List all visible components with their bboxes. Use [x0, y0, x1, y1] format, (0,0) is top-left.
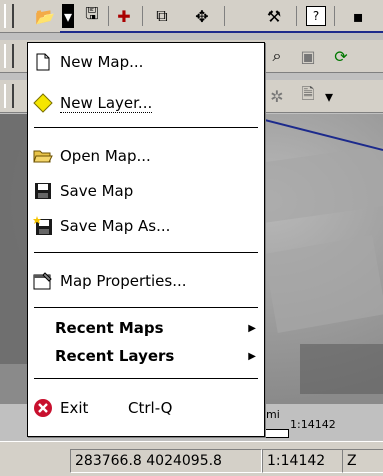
refresh-icon[interactable]: ⟳	[329, 44, 353, 68]
submenu-arrow-icon: ▶	[248, 322, 256, 334]
add-layer-icon[interactable]: ✚	[112, 4, 136, 28]
toolbar-separator	[108, 6, 109, 26]
properties-tool-icon[interactable]: 🗎	[296, 84, 320, 108]
new-layer-diamond-icon	[32, 92, 54, 114]
menu-item-exit[interactable]: Exit Ctrl-Q	[28, 393, 264, 423]
menu-separator	[34, 307, 258, 308]
toolbar-overflow-icon[interactable]: ▪	[346, 4, 370, 28]
coordinates-readout: 283766.8 4024095.8	[70, 449, 262, 473]
menu-item-recent-layers[interactable]: Recent Layers ▶	[28, 341, 264, 371]
dropdown-arrow-icon[interactable]: ▾	[322, 84, 336, 108]
map-field	[263, 235, 383, 333]
status-extra: Z	[342, 449, 383, 473]
toolbar-grip[interactable]	[4, 44, 14, 68]
open-folder-icon[interactable]: 📂	[33, 4, 57, 28]
menu-item-label: Open Map...	[60, 147, 151, 165]
gps-icon[interactable]: ✥	[190, 4, 214, 28]
toolbar-separator	[296, 6, 297, 26]
menu-item-open-map[interactable]: Open Map...	[28, 141, 264, 171]
menu-separator	[34, 378, 258, 379]
map-dark-area	[300, 344, 383, 394]
menu-item-label: Save Map As...	[60, 217, 171, 235]
toolbar-main: 📂 ▾ 🖫 ✚ ⧉ ✥ ⚒ ? ▪	[0, 0, 383, 33]
menu-separator	[34, 127, 258, 128]
properties-icon	[32, 270, 54, 292]
toolbar-grip[interactable]	[4, 84, 14, 108]
map-field	[256, 145, 383, 223]
disabled-tool-icon[interactable]: ▣	[296, 44, 320, 68]
tools-icon[interactable]: ⚒	[262, 4, 286, 28]
exit-icon	[32, 397, 54, 419]
submenu-arrow-icon: ▶	[248, 350, 256, 362]
help-icon[interactable]: ?	[306, 6, 326, 26]
status-bar: 283766.8 4024095.8 1:14142 Z	[0, 441, 383, 476]
floppy-star-icon	[32, 215, 54, 237]
menu-item-new-layer[interactable]: New Layer...	[28, 88, 264, 118]
menu-item-label: New Map...	[60, 53, 144, 71]
new-doc-icon	[32, 51, 54, 73]
layers-icon[interactable]: ⧉	[150, 4, 174, 28]
dropdown-arrow-icon[interactable]: ▾	[62, 4, 74, 28]
toolbar-grip[interactable]	[4, 4, 14, 28]
save-icon[interactable]: 🖫	[80, 4, 104, 28]
binoculars-icon[interactable]: ⌕	[265, 44, 289, 68]
menu-item-label: Recent Layers	[55, 347, 175, 365]
disabled-tool-icon[interactable]: ✲	[265, 84, 289, 108]
menu-item-save-map-as[interactable]: Save Map As...	[28, 211, 264, 241]
menu-item-label: New Layer...	[60, 93, 153, 113]
menu-shortcut: Ctrl-Q	[128, 399, 173, 417]
menu-item-label: Save Map	[60, 182, 134, 200]
menu-item-label: Map Properties...	[60, 272, 187, 290]
menu-item-label: Exit	[60, 399, 89, 417]
open-folder-icon	[32, 145, 54, 167]
toolbar-separator	[224, 6, 225, 26]
menu-separator	[34, 252, 258, 253]
scale-readout: 1:14142	[262, 449, 344, 473]
scale-ratio-label: 1:14142	[290, 418, 336, 431]
toolbar-separator	[334, 6, 335, 26]
menu-item-recent-maps[interactable]: Recent Maps ▶	[28, 313, 264, 343]
menu-item-new-map[interactable]: New Map...	[28, 47, 264, 77]
menu-item-save-map[interactable]: Save Map	[28, 176, 264, 206]
toolbar-separator	[142, 6, 143, 26]
menu-item-map-properties[interactable]: Map Properties...	[28, 266, 264, 296]
floppy-icon	[32, 180, 54, 202]
menu-item-label: Recent Maps	[55, 319, 164, 337]
file-menu: New Map... New Layer... Open Map... Save…	[27, 42, 265, 437]
